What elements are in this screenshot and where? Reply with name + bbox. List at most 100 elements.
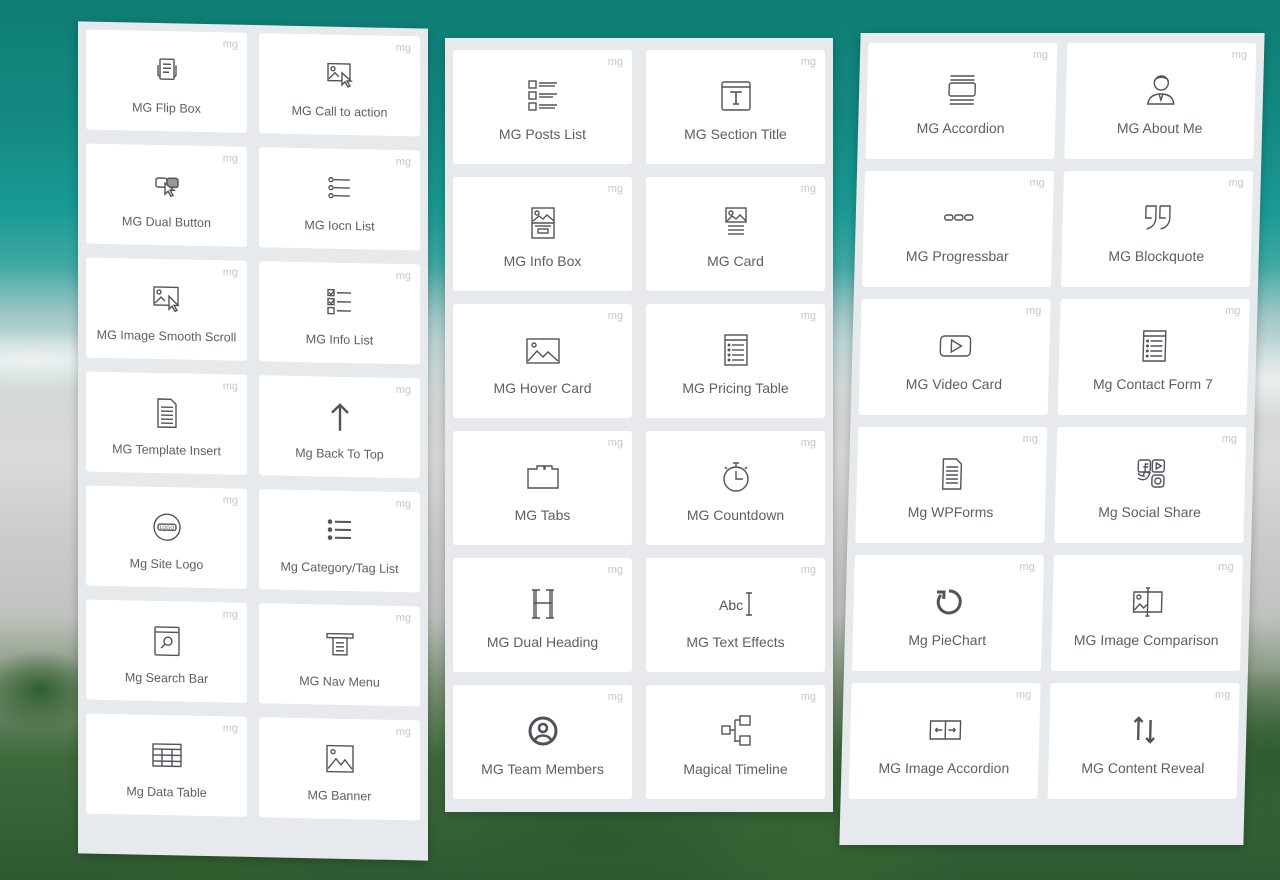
mg-badge: mg xyxy=(1228,177,1244,189)
search-bar-icon xyxy=(147,621,187,662)
widget-label: MG Template Insert xyxy=(112,442,221,459)
widget-label: MG Hover Card xyxy=(493,380,592,396)
widget-label: MG Text Effects xyxy=(686,634,785,650)
widget-tile-mg-content-reveal[interactable]: mg MG Content Reveal xyxy=(1047,683,1240,799)
widget-label: MG Video Card xyxy=(905,376,1003,392)
mg-badge: mg xyxy=(222,266,238,279)
info-list-icon xyxy=(320,282,360,323)
mg-badge: mg xyxy=(1032,49,1049,61)
widget-label: MG Dual Heading xyxy=(486,634,599,650)
widget-tile-mg-progressbar[interactable]: mg MG Progressbar xyxy=(861,171,1055,287)
mg-badge: mg xyxy=(800,56,816,68)
widget-tile-mg-template-insert[interactable]: mg MG Template Insert xyxy=(86,371,247,475)
about-me-person-icon xyxy=(1140,70,1181,110)
widget-tile-mg-video-card[interactable]: mg MG Video Card xyxy=(858,299,1051,415)
mg-badge: mg xyxy=(222,608,238,621)
widget-tile-mg-dual-button[interactable]: mg MG Dual Button xyxy=(86,143,247,247)
widget-label: Mg Contact Form 7 xyxy=(1092,376,1214,392)
widget-label: MG Image Comparison xyxy=(1073,632,1219,648)
call-to-action-icon xyxy=(320,54,360,95)
widget-grid: mg MG Accordion mg MG About Me mg MG Progress… xyxy=(848,43,1257,799)
widget-tile-mg-posts-list[interactable]: mg MG Posts List xyxy=(453,50,632,164)
widget-tile-mg-site-logo[interactable]: mg LOGO Mg Site Logo xyxy=(86,485,247,589)
widget-tile-mg-wpforms[interactable]: mg Mg WPForms xyxy=(855,427,1048,543)
wpforms-document-icon xyxy=(931,454,972,494)
widget-tile-mg-category-tag-list[interactable]: mg Mg Category/Tag List xyxy=(259,489,420,593)
widget-label: MG Blockquote xyxy=(1108,248,1205,264)
widget-label: MG Info Box xyxy=(503,253,582,269)
mg-badge: mg xyxy=(1022,433,1039,445)
widget-label: Mg Site Logo xyxy=(129,556,204,572)
widget-tile-mg-back-to-top[interactable]: mg Mg Back To Top xyxy=(259,375,420,479)
widget-tile-mg-pricing-table[interactable]: mg MG Pricing Table xyxy=(646,304,825,418)
widget-label: Mg Social Share xyxy=(1098,504,1202,520)
widget-label: MG Call to action xyxy=(291,103,388,120)
mg-badge: mg xyxy=(800,564,816,576)
widget-label: MG Image Smooth Scroll xyxy=(96,327,237,345)
image-accordion-icon xyxy=(924,710,965,750)
mg-badge: mg xyxy=(607,183,623,195)
widget-tile-mg-contact-form-7[interactable]: mg Mg Contact Form 7 xyxy=(1057,299,1250,415)
site-logo-icon: LOGO xyxy=(147,507,187,548)
widget-tile-mg-card[interactable]: mg MG Card xyxy=(646,177,825,291)
widget-tile-mg-info-list[interactable]: mg MG Info List xyxy=(259,261,420,365)
mg-badge: mg xyxy=(222,152,238,165)
widget-label: Mg Back To Top xyxy=(295,445,384,462)
section-title-icon xyxy=(716,76,756,116)
widget-tile-magical-timeline[interactable]: mg Magical Timeline xyxy=(646,685,825,799)
widget-label: Mg WPForms xyxy=(907,504,994,520)
widget-label: MG Progressbar xyxy=(905,248,1009,264)
widget-tile-mg-about-me[interactable]: mg MG About Me xyxy=(1064,43,1257,159)
widget-tile-mg-text-effects[interactable]: mg Abc MG Text Effects xyxy=(646,558,825,672)
widget-tile-mg-info-box[interactable]: mg MG Info Box xyxy=(453,177,632,291)
widget-tile-mg-social-share[interactable]: mg Mg Social Share xyxy=(1054,427,1247,543)
widget-label: Mg PieChart xyxy=(908,632,987,648)
widget-tile-mg-banner[interactable]: mg MG Banner xyxy=(259,717,420,821)
widget-label: MG Banner xyxy=(307,788,372,804)
pie-chart-refresh-icon xyxy=(928,582,969,622)
widget-tile-mg-call-to-action[interactable]: mg MG Call to action xyxy=(259,33,420,137)
widget-tile-mg-image-comparison[interactable]: mg MG Image Comparison xyxy=(1050,555,1243,671)
mg-badge: mg xyxy=(395,611,411,625)
mg-badge: mg xyxy=(1019,561,1035,573)
widget-tile-mg-image-accordion[interactable]: mg MG Image Accordion xyxy=(848,683,1041,799)
widget-label: MG About Me xyxy=(1116,120,1203,136)
widget-grid: mg MG Flip Box mg MG Call to action mg MG Dua… xyxy=(86,29,420,821)
image-comparison-icon xyxy=(1127,582,1168,622)
widget-tile-mg-flip-box[interactable]: mg MG Flip Box xyxy=(86,29,247,133)
widget-tile-mg-hover-card[interactable]: mg MG Hover Card xyxy=(453,304,632,418)
widget-label: Mg Search Bar xyxy=(124,670,209,687)
widget-tile-mg-data-table[interactable]: mg Mg Data Table xyxy=(86,713,247,817)
widget-panel-middle: mg MG Posts List mg MG Section Title mg MG In… xyxy=(445,38,833,812)
widget-tile-mg-blockquote[interactable]: mg MG Blockquote xyxy=(1060,171,1254,287)
widget-tile-mg-image-smooth-scroll[interactable]: mg MG Image Smooth Scroll xyxy=(86,257,247,361)
mg-badge: mg xyxy=(395,383,411,397)
icon-list-icon xyxy=(320,168,360,209)
widget-tile-mg-piechart[interactable]: mg Mg PieChart xyxy=(851,555,1044,671)
posts-list-icon xyxy=(523,76,563,116)
widget-tile-mg-team-members[interactable]: mg MG Team Members xyxy=(453,685,632,799)
widget-tile-mg-iocn-list[interactable]: mg MG Iocn List xyxy=(259,147,420,251)
card-icon xyxy=(716,203,756,243)
widget-label: MG Flip Box xyxy=(132,100,201,116)
mg-badge: mg xyxy=(395,269,411,283)
widget-tile-mg-search-bar[interactable]: mg Mg Search Bar xyxy=(86,599,247,703)
flip-box-icon xyxy=(147,51,187,92)
widget-tile-mg-accordion[interactable]: mg MG Accordion xyxy=(865,43,1058,159)
widget-tile-mg-dual-heading[interactable]: mg MG Dual Heading xyxy=(453,558,632,672)
widget-tile-mg-tabs[interactable]: mg MG Tabs xyxy=(453,431,632,545)
widget-tile-mg-section-title[interactable]: mg MG Section Title xyxy=(646,50,825,164)
widget-label: MG Accordion xyxy=(916,120,1005,136)
widget-tile-mg-countdown[interactable]: mg MG Countdown xyxy=(646,431,825,545)
svg-text:Abc: Abc xyxy=(719,597,743,613)
category-list-icon xyxy=(320,510,360,551)
mg-badge: mg xyxy=(607,56,623,68)
nav-menu-icon xyxy=(320,624,360,665)
widget-label: Mg Category/Tag List xyxy=(280,559,399,577)
team-member-icon xyxy=(523,711,563,751)
mg-badge: mg xyxy=(800,310,816,322)
mg-badge: mg xyxy=(1224,305,1241,317)
widget-tile-mg-nav-menu[interactable]: mg MG Nav Menu xyxy=(259,603,420,707)
mg-badge: mg xyxy=(1015,689,1032,701)
social-share-icon xyxy=(1130,454,1171,494)
